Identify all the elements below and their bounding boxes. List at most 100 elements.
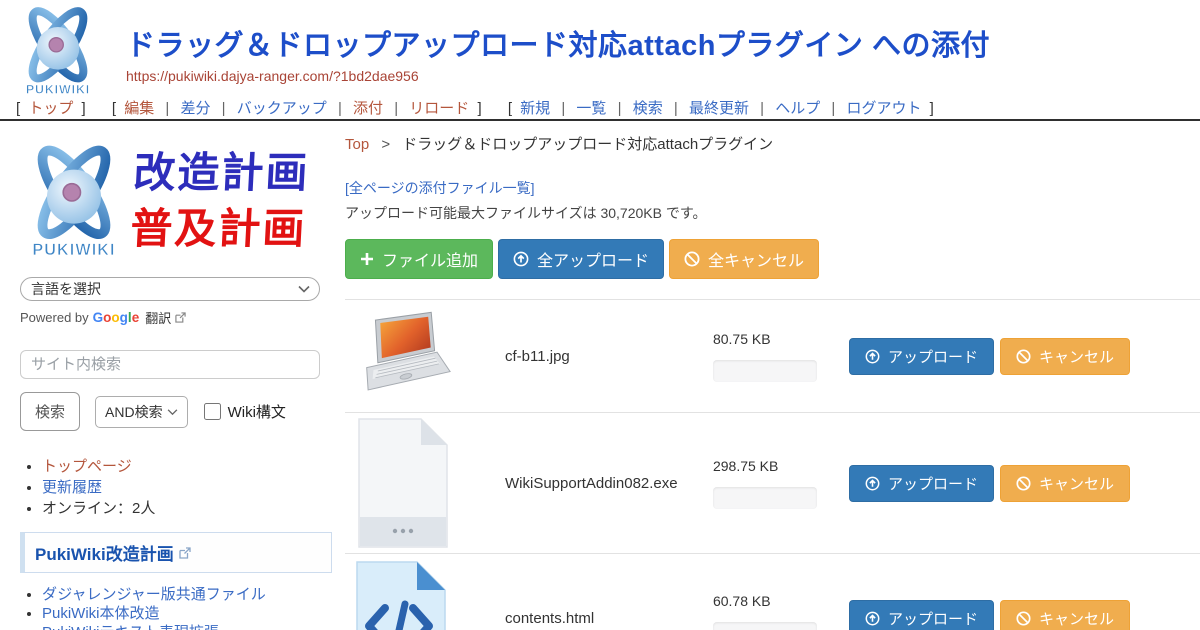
pukiwiki-brand-text: PUKIWIKI: [32, 241, 115, 259]
pukiwiki-logo[interactable]: PUKIWIKI: [12, 4, 104, 98]
file-name: cf-b11.jpg: [460, 348, 713, 365]
nav-logout[interactable]: ログアウト: [846, 100, 921, 117]
pukiwiki-attach-page: PUKIWIKI ドラッグ＆ドロップアップロード対応attachプラグイン への…: [0, 0, 1200, 630]
sidebar-links-top: トップページ 更新履歴 オンライン：2人: [20, 456, 332, 519]
all-attachments-link[interactable]: [全ページの添付ファイル一覧]: [345, 178, 1200, 198]
language-select-value: 言語を選択: [31, 279, 101, 299]
separator: |: [760, 100, 764, 117]
upload-all-button[interactable]: 全アップロード: [498, 239, 664, 279]
sidebar-item-core-mod[interactable]: PukiWiki本体改造: [42, 605, 160, 622]
bracket: [: [16, 100, 20, 117]
powered-by-label: Powered by: [20, 310, 89, 325]
search-button[interactable]: 検索: [20, 392, 80, 431]
upload-button[interactable]: アップロード: [849, 465, 994, 502]
file-name: contents.html: [460, 610, 713, 627]
file-name: WikiSupportAddin082.exe: [460, 475, 713, 492]
bracket: ]: [82, 100, 86, 117]
ban-icon: [1016, 476, 1031, 491]
file-size: 60.78 KB: [713, 593, 833, 609]
pukiwiki-atom-icon: PUKIWIKI: [20, 139, 128, 263]
main-content: Top > ドラッグ＆ドロップアップロード対応attachプラグイン [全ページ…: [345, 133, 1200, 630]
google-logo: Google: [93, 310, 140, 325]
upload-progress-bar: [713, 487, 817, 509]
sidebar-item-common-files[interactable]: ダジャレンジャー版共通ファイル: [42, 586, 266, 603]
search-controls: 検索 AND検索 Wiki構文: [20, 392, 332, 431]
list-item: オンライン：2人: [42, 498, 332, 519]
cancel-all-button[interactable]: 全キャンセル: [669, 239, 819, 279]
breadcrumb-current: ドラッグ＆ドロップアップロード対応attachプラグイン: [402, 136, 773, 153]
external-link-icon: [175, 312, 186, 323]
upload-circle-icon: [865, 349, 880, 364]
pukiwiki-brand-text: PUKIWIKI: [26, 83, 90, 97]
bracket: ]: [930, 100, 934, 117]
upload-toolbar: ファイル追加 全アップロード 全キャンセル: [345, 239, 1200, 279]
nav-top[interactable]: トップ: [28, 100, 73, 117]
translate-link[interactable]: 翻訳: [145, 308, 171, 327]
cancel-button[interactable]: キャンセル: [1000, 600, 1130, 630]
breadcrumb-top[interactable]: Top: [345, 136, 369, 153]
separator: |: [618, 100, 622, 117]
nav-search[interactable]: 検索: [633, 100, 663, 117]
separator: |: [165, 100, 169, 117]
list-item: 更新履歴: [42, 477, 332, 498]
bracket: [: [112, 100, 116, 117]
sidebar: PUKIWIKI 改造計画 普及計画 言語を選択 Powered by Goog…: [20, 138, 332, 630]
nav-divider: [0, 119, 1200, 121]
upload-progress-bar: [713, 360, 817, 382]
file-row: WikiSupportAddin082.exe 298.75 KB アップロード: [345, 412, 1200, 553]
separator: |: [831, 100, 835, 117]
list-item: トップページ: [42, 456, 332, 477]
cancel-button[interactable]: キャンセル: [1000, 465, 1130, 502]
list-item: PukiWiki本体改造: [42, 604, 332, 623]
laptop-thumbnail-icon: [355, 310, 455, 402]
bracket: [: [508, 100, 512, 117]
nav-edit[interactable]: 編集: [124, 100, 154, 117]
ban-icon: [1016, 611, 1031, 626]
sidebar-item-toppage[interactable]: トップページ: [42, 458, 132, 475]
file-row: contents.html 60.78 KB アップロード: [345, 553, 1200, 630]
pukiwiki-kaizou-link[interactable]: PukiWiki改造計画: [35, 540, 174, 565]
separator: |: [222, 100, 226, 117]
list-item: PukiWikiテキスト表現拡張: [42, 623, 332, 630]
breadcrumb: Top > ドラッグ＆ドロップアップロード対応attachプラグイン: [345, 133, 1200, 154]
separator: |: [674, 100, 678, 117]
sidebar-logo: PUKIWIKI 改造計画 普及計画: [20, 138, 332, 264]
nav-recent[interactable]: 最終更新: [689, 100, 749, 117]
chevron-down-icon: [298, 285, 310, 293]
cancel-button[interactable]: キャンセル: [1000, 338, 1130, 375]
max-upload-size-text: アップロード可能最大ファイルサイズは 30,720KB です。: [345, 203, 1200, 223]
nav-new[interactable]: 新規: [520, 100, 550, 117]
top-navigation: [ トップ ] [ 編集 | 差分 | バックアップ | 添付 | リロード ]…: [12, 97, 952, 118]
page-url: https://pukiwiki.dajya-ranger.com/?1bd2d…: [126, 68, 419, 84]
sidebar-item-update-history[interactable]: 更新履歴: [42, 479, 102, 496]
sidebar-item-text-ext[interactable]: PukiWikiテキスト表現拡張: [42, 624, 219, 630]
ban-icon: [1016, 349, 1031, 364]
sidebar-links-bottom: ダジャレンジャー版共通ファイル PukiWiki本体改造 PukiWikiテキス…: [20, 585, 332, 630]
upload-file-list: cf-b11.jpg 80.75 KB アップロード: [345, 299, 1200, 630]
upload-progress-bar: [713, 622, 817, 630]
site-search-input[interactable]: [20, 350, 320, 379]
separator: |: [561, 100, 565, 117]
page-title: ドラッグ＆ドロップアップロード対応attachプラグイン への添付: [126, 22, 990, 64]
nav-list[interactable]: 一覧: [576, 100, 606, 117]
upload-button[interactable]: アップロード: [849, 600, 994, 630]
nav-attach[interactable]: 添付: [353, 100, 383, 117]
nav-diff[interactable]: 差分: [180, 100, 210, 117]
file-size: 80.75 KB: [713, 331, 833, 347]
search-mode-select[interactable]: AND検索: [95, 396, 188, 428]
add-files-button[interactable]: ファイル追加: [345, 239, 493, 279]
nav-reload[interactable]: リロード: [409, 100, 469, 117]
search-mode-value: AND検索: [105, 402, 163, 422]
separator: |: [338, 100, 342, 117]
sidebar-section-heading: PukiWiki改造計画: [20, 532, 332, 573]
upload-circle-icon: [513, 251, 529, 267]
code-file-icon: [355, 560, 447, 630]
logo-line-fukyuu: 普及計画: [129, 201, 308, 257]
wiki-syntax-checkbox[interactable]: [204, 403, 221, 420]
nav-help[interactable]: ヘルプ: [775, 100, 820, 117]
upload-button[interactable]: アップロード: [849, 338, 994, 375]
nav-backup[interactable]: バックアップ: [237, 100, 327, 117]
language-select[interactable]: 言語を選択: [20, 277, 320, 301]
google-translate-attribution: Powered by Google 翻訳: [20, 308, 332, 327]
online-count: オンライン：2人: [42, 500, 155, 517]
